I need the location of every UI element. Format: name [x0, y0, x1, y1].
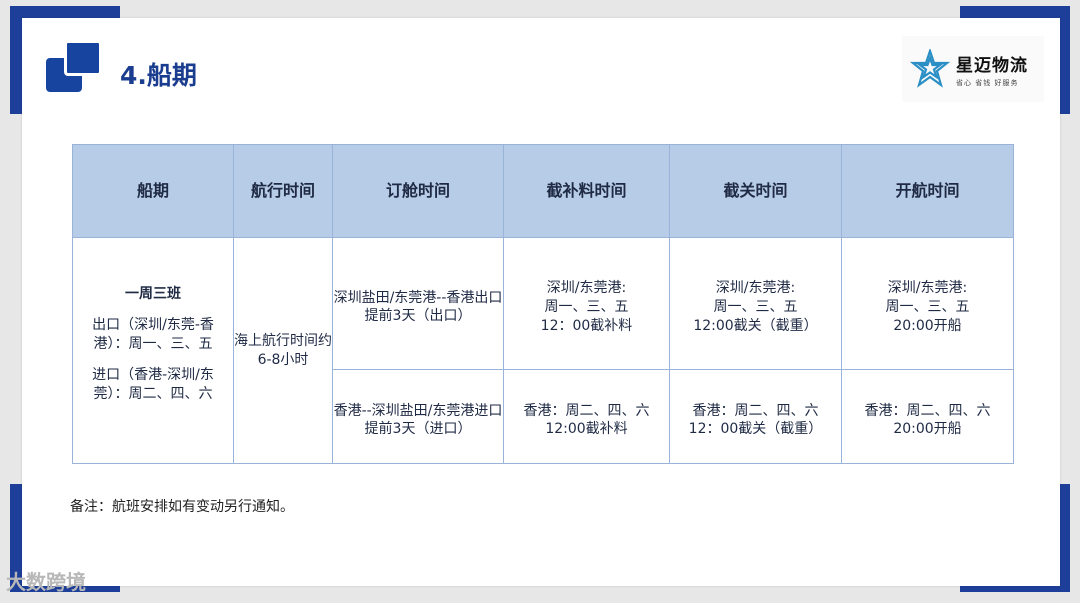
star-logo-icon — [910, 49, 950, 88]
schedule-export: 出口（深圳/东莞-香港）：周一、三、五 — [92, 317, 214, 353]
schedule-cell: 一周三班 出口（深圳/东莞-香港）：周一、三、五 进口（香港-深圳/东莞）：周二… — [72, 237, 234, 464]
header-sailing-time: 航行时间 — [233, 144, 333, 238]
logo-name: 星迈物流 — [956, 55, 1028, 76]
footnote: 备注：航班安排如有变动另行通知。 — [70, 499, 294, 515]
header-schedule: 船期 — [72, 144, 234, 238]
schedule-import: 进口（香港-深圳/东莞）：周二、四、六 — [92, 366, 214, 402]
slide: 4.船期 星迈物流 省心 省钱 好服务 船期 航行时间 订舱时间 截补料时间 截… — [22, 18, 1060, 586]
departure-cell-export: 深圳/东莞港: 周一、三、五 20:00开船 — [841, 237, 1014, 370]
header-cutoff-supplement: 截补料时间 — [503, 144, 670, 238]
schedule-table: 船期 航行时间 订舱时间 截补料时间 截关时间 开航时间 一周三班 出口（深圳/… — [72, 144, 1014, 465]
departure-cell-import: 香港：周二、四、六 20:00开船 — [841, 368, 1014, 465]
title-squares-icon — [46, 40, 102, 94]
booking-cell-export: 深圳盐田/东莞港--香港出口提前3天（出口） — [332, 237, 504, 370]
cutoff-customs-cell-import: 香港：周二、四、六 12：00截关（截重） — [669, 368, 842, 465]
page-title: 4.船期 — [120, 61, 197, 90]
cutoff-customs-cell-export: 深圳/东莞港: 周一、三、五 12:00截关（截重） — [669, 237, 842, 370]
sailing-time-cell: 海上航行时间约6-8小时 — [233, 237, 333, 464]
header-booking-time: 订舱时间 — [332, 144, 504, 238]
table-header-row: 船期 航行时间 订舱时间 截补料时间 截关时间 开航时间 — [72, 144, 1014, 238]
cutoff-supplement-cell-export: 深圳/东莞港: 周一、三、五 12：00截补料 — [503, 237, 670, 370]
booking-cell-import: 香港--深圳盐田/东莞港进口提前3天（进口） — [332, 368, 504, 465]
schedule-title: 一周三班 — [125, 286, 181, 303]
header-departure-time: 开航时间 — [841, 144, 1014, 238]
cutoff-supplement-cell-import: 香港：周二、四、六 12:00截补料 — [503, 368, 670, 465]
table-row: 一周三班 出口（深圳/东莞-香港）：周一、三、五 进口（香港-深圳/东莞）：周二… — [72, 237, 1014, 464]
logo-slogan: 省心 省钱 好服务 — [956, 78, 1019, 87]
watermark: 大数跨境 — [6, 570, 86, 594]
company-logo: 星迈物流 省心 省钱 好服务 — [902, 36, 1044, 102]
header-cutoff-customs: 截关时间 — [669, 144, 842, 238]
